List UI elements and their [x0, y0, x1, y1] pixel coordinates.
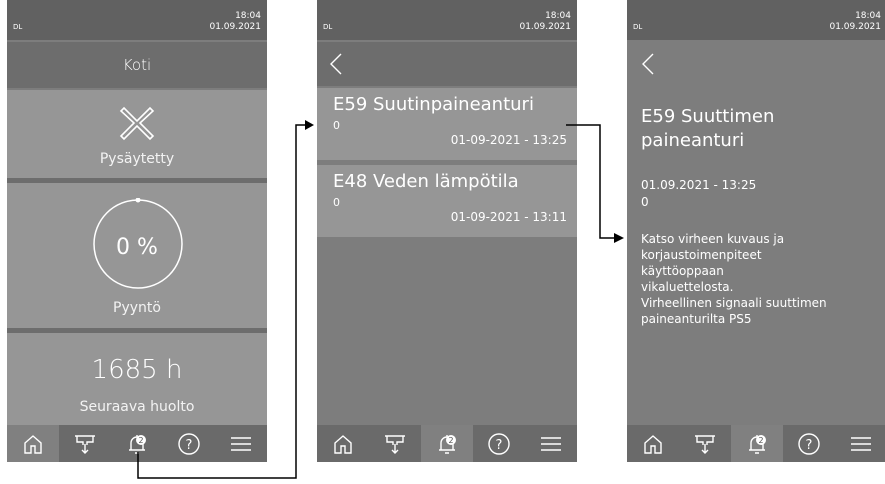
flow-arrows — [137, 120, 624, 479]
arrowhead — [614, 233, 624, 243]
arrowhead — [305, 120, 314, 130]
arrow-connector — [137, 124, 308, 479]
arrow-connector — [566, 124, 614, 239]
